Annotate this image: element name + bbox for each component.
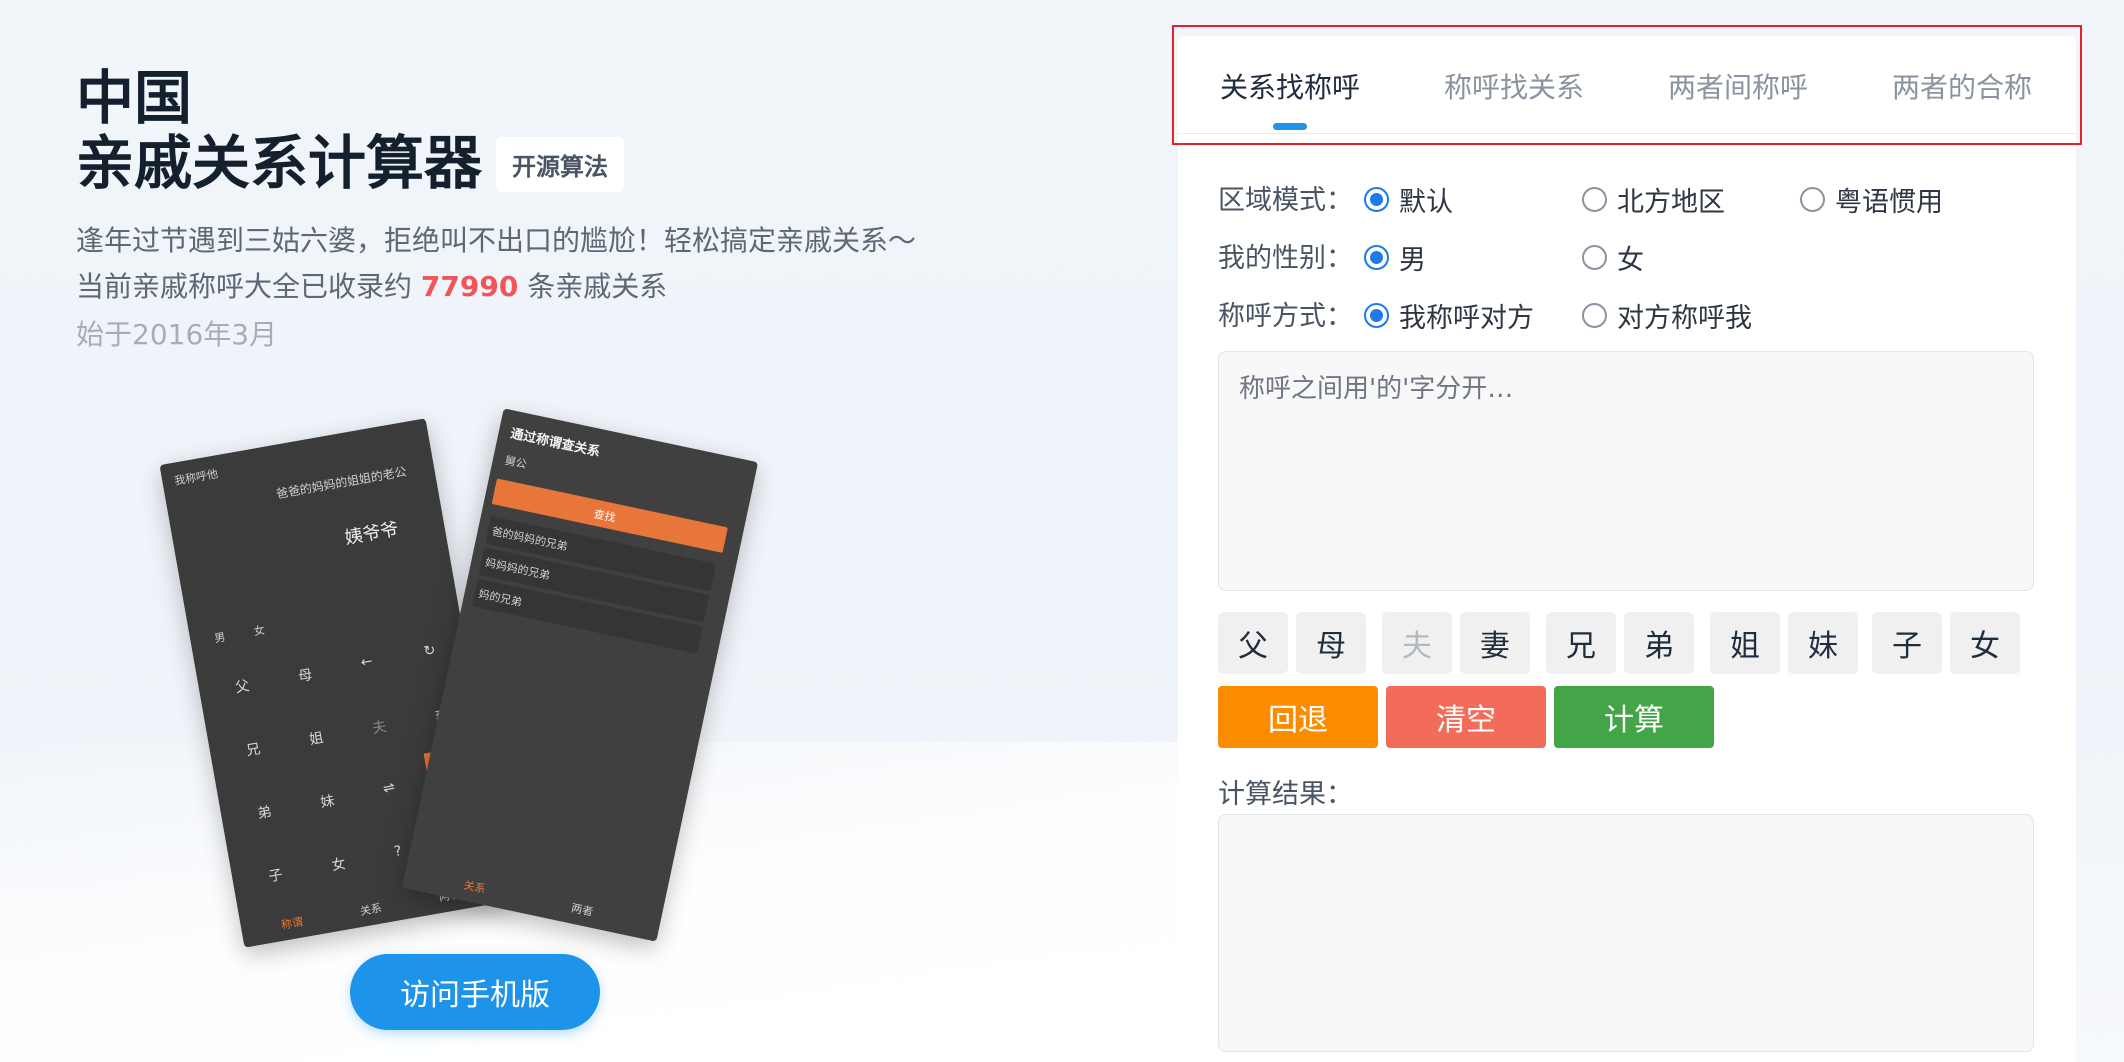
key-mother[interactable]: 母 [1296,612,1366,674]
hero-section: 中国 亲戚关系计算器 开源算法 逢年过节遇到三姑六婆，拒绝叫不出口的尴尬！轻松搞… [76,66,1116,360]
phone-a-gender-female: 女 [252,623,266,639]
key-daughter[interactable]: 女 [1950,612,2020,674]
key-wife[interactable]: 妻 [1460,612,1530,674]
since-date: 始于2016年3月 [76,318,278,351]
tab-bar: 关系找称呼 称呼找关系 两者间称呼 两者的合称 [1178,42,2076,134]
title-line-1: 中国 [76,64,193,132]
phone-a-key: 妹 [319,793,336,812]
gender-label: 我的性别： [1218,243,1353,274]
result-label: 计算结果： [1218,779,1353,810]
relation-count: 77990 [420,270,519,303]
phone-a-nav-item: 关系 [358,901,383,919]
title-line-2: 亲戚关系计算器 [76,129,483,197]
region-default-radio[interactable]: 默认 [1364,180,1453,219]
radio-checked-icon [1364,303,1389,328]
description-line-2: 当前亲戚称呼大全已收录约 77990 条亲戚关系 [76,264,1116,310]
phone-a-key: ? [392,843,404,861]
phone-a-key: 母 [297,666,314,686]
phone-mockups: 我称呼他 爸爸的妈妈的姐姐的老公 姨爷爷 男 女 父 母 ← ↻ 兄 姐 夫 妻… [159,408,780,950]
phone-a-expression: 爸爸的妈妈的姐姐的老公 [275,464,408,502]
mode-i-call-radio[interactable]: 我称呼对方 [1364,296,1534,335]
phone-a-key: 子 [267,867,284,886]
gender-male-radio[interactable]: 男 [1364,238,1426,277]
relation-input[interactable] [1218,351,2034,591]
radio-unchecked-icon [1582,303,1607,328]
region-north-radio[interactable]: 北方地区 [1582,180,1725,219]
calculate-button[interactable]: 计算 [1554,686,1714,748]
key-younger-sister[interactable]: 妹 [1788,612,1858,674]
phone-b-nav-item: 两者 [570,901,595,919]
gender-female-label: 女 [1617,245,1644,276]
phone-a-key: 姐 [308,729,325,749]
key-elder-brother[interactable]: 兄 [1546,612,1616,674]
phone-b-input: 舅公 [503,453,528,472]
radio-checked-icon [1364,187,1389,212]
visit-mobile-button[interactable]: 访问手机版 [350,954,600,1030]
phone-a-key: 女 [330,856,347,875]
key-son[interactable]: 子 [1872,612,1942,674]
phone-mockup-lookup: 通过称谓查关系 舅公 查找 爸的妈妈的兄弟 妈妈妈的兄弟 妈的兄弟 关系 两者 [401,408,759,942]
active-tab-indicator [1273,123,1307,130]
radio-checked-icon [1364,245,1389,270]
phone-a-nav-item: 称谓 [280,915,305,932]
region-default-label: 默认 [1399,187,1453,218]
phone-a-caption: 我称呼他 [173,467,219,488]
phone-a-key: 兄 [245,741,262,760]
key-husband[interactable]: 夫 [1382,612,1452,674]
phone-b-nav-item: 关系 [462,878,487,896]
radio-unchecked-icon [1582,245,1607,270]
mode-label: 称呼方式： [1218,301,1353,332]
description-line-1: 逢年过节遇到三姑六婆，拒绝叫不出口的尴尬！轻松搞定亲戚关系～ [76,224,917,257]
phone-a-answer: 姨爷爷 [343,518,401,549]
phone-a-key: 夫 [371,718,388,738]
key-father[interactable]: 父 [1218,612,1288,674]
phone-a-gender-male: 男 [213,630,227,646]
region-north-label: 北方地区 [1617,187,1725,218]
phone-a-key: ↻ [422,642,437,660]
tab-relation-to-title[interactable]: 关系找称呼 [1220,66,1360,106]
tab-combined-title[interactable]: 两者的合称 [1892,66,2032,106]
phone-a-key: ← [359,653,374,672]
count-suffix: 条亲戚关系 [527,270,668,303]
clear-button[interactable]: 清空 [1386,686,1546,748]
mode-they-call-radio[interactable]: 对方称呼我 [1582,296,1752,335]
region-row: 区域模式： [1218,178,1368,217]
tab-mutual-title[interactable]: 两者间称呼 [1668,66,1808,106]
gender-female-radio[interactable]: 女 [1582,238,1644,277]
key-elder-sister[interactable]: 姐 [1710,612,1780,674]
tab-title-to-relation[interactable]: 称呼找关系 [1444,66,1584,106]
mode-they-call-label: 对方称呼我 [1617,303,1752,334]
region-cantonese-radio[interactable]: 粤语惯用 [1800,180,1943,219]
radio-unchecked-icon [1800,187,1825,212]
gender-row: 我的性别： [1218,236,1368,275]
result-box [1218,814,2034,1052]
region-label: 区域模式： [1218,185,1353,216]
region-cantonese-label: 粤语惯用 [1835,187,1943,218]
key-younger-brother[interactable]: 弟 [1624,612,1694,674]
mode-i-call-label: 我称呼对方 [1399,303,1534,334]
count-prefix: 当前亲戚称呼大全已收录约 [76,270,413,303]
mode-row: 称呼方式： [1218,294,1368,333]
phone-a-key: 弟 [256,804,273,823]
radio-unchecked-icon [1582,187,1607,212]
description: 逢年过节遇到三姑六婆，拒绝叫不出口的尴尬！轻松搞定亲戚关系～ 当前亲戚称呼大全已… [76,218,1116,310]
phone-a-key: 父 [234,678,251,697]
phone-a-key: ⇌ [381,779,397,798]
back-button[interactable]: 回退 [1218,686,1378,748]
title-row: 亲戚关系计算器 开源算法 [76,130,1116,196]
gender-male-label: 男 [1399,245,1426,276]
open-source-tag[interactable]: 开源算法 [496,137,625,192]
